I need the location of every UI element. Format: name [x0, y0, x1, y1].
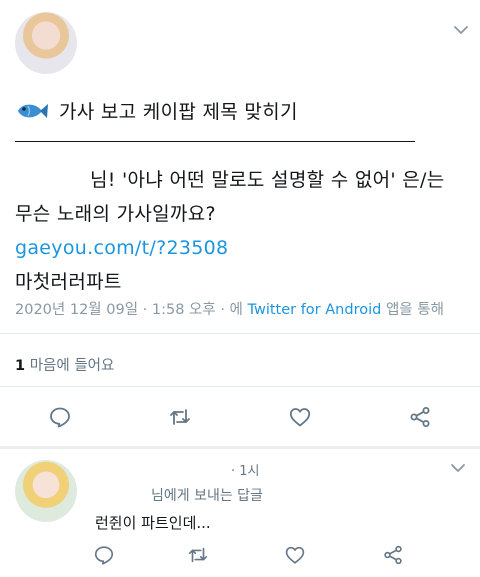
reply-avatar[interactable]	[15, 460, 77, 522]
tweet-question-line1: 님! '아냐 어떤 말로도 설명할 수 없어' 은/는	[90, 169, 445, 191]
chevron-down-icon[interactable]	[451, 22, 471, 36]
title-rule	[15, 141, 415, 142]
likes-label: 마음에 들어요	[29, 358, 115, 374]
tweet-answer: 마첫러러파트	[15, 271, 122, 293]
tweet-title-line: 가사 보고 케이팝 제목 맞히기	[15, 95, 470, 129]
divider	[0, 386, 480, 387]
reply-icon[interactable]	[93, 544, 115, 566]
retweet-icon[interactable]	[168, 405, 192, 429]
tweet-question-line2: 무슨 노래의 가사일까요?	[15, 203, 216, 225]
fish-emoji-icon	[15, 99, 49, 121]
share-icon[interactable]	[382, 544, 404, 566]
tweet-link[interactable]: gaeyou.com/t/?23508	[15, 231, 470, 265]
tweet-text: 가사 보고 케이팝 제목 맞히기 님! '아냐 어떤 말로도 설명할 수 없어'…	[15, 95, 470, 299]
tweet-timestamp[interactable]: 2020년 12월 09일 · 1:58 오후 · 에	[15, 302, 243, 318]
author-avatar[interactable]	[15, 12, 77, 74]
section-divider	[0, 446, 480, 449]
likes-count: 1	[15, 358, 26, 374]
tweet-title: 가사 보고 케이팝 제목 맞히기	[59, 101, 298, 123]
tweet-meta: 2020년 12월 09일 · 1:58 오후 · 에 Twitter for …	[15, 298, 444, 319]
tweet-spacer	[15, 129, 470, 163]
like-icon[interactable]	[284, 544, 306, 566]
likes-summary[interactable]: 1 마음에 들어요	[15, 354, 114, 375]
tweet-source-suffix: 앱을 통해	[385, 302, 444, 318]
reply-time: · 1시	[231, 464, 260, 479]
reply-text: 런쥔이 파트인데...	[95, 514, 211, 532]
replying-to: 님에게 보내는 답글	[151, 488, 263, 504]
chevron-down-icon[interactable]	[448, 460, 468, 474]
retweet-icon[interactable]	[187, 544, 209, 566]
share-icon[interactable]	[408, 405, 432, 429]
tweet-source[interactable]: Twitter for Android	[248, 302, 382, 318]
reply-icon[interactable]	[48, 405, 72, 429]
divider	[0, 333, 480, 334]
like-icon[interactable]	[288, 405, 312, 429]
